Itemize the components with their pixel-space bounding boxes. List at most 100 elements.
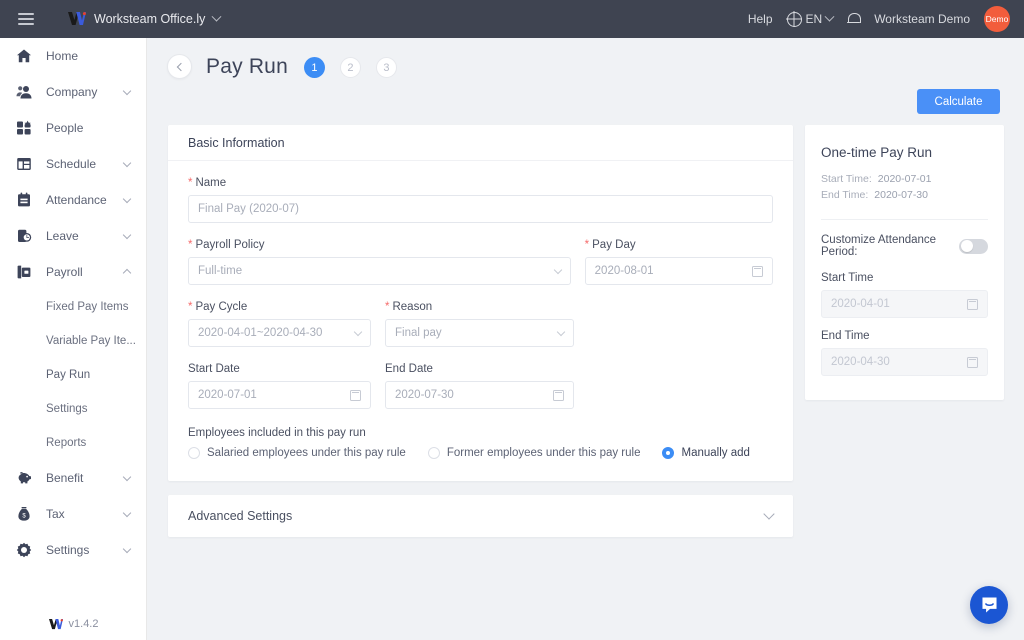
sidebar-item-label: Schedule	[46, 157, 124, 171]
reason-select[interactable]: Final pay	[385, 319, 574, 347]
sidebar-subitem-label: Settings	[46, 403, 88, 415]
brand-name: Worksteam Office.ly	[94, 12, 205, 26]
sidebar-item-settings[interactable]: Settings	[0, 532, 146, 568]
pay-cycle-value: 2020-04-01~2020-04-30	[198, 327, 355, 339]
side-start-time-value: 2020-07-01	[878, 171, 932, 187]
customize-attendance-toggle[interactable]	[959, 239, 988, 254]
side-end-time-row: End Time: 2020-07-30	[821, 187, 988, 203]
name-input[interactable]: Final Pay (2020-07)	[188, 195, 773, 223]
end-date-value: 2020-07-30	[395, 389, 553, 401]
sidebar-item-benefit[interactable]: Benefit	[0, 460, 146, 496]
basic-information-card: Basic Information *Name Final Pay (2020-…	[168, 125, 793, 481]
payroll-policy-label-text: Payroll Policy	[195, 239, 264, 251]
payroll-policy-value: Full-time	[198, 265, 555, 277]
sidebar-item-company[interactable]: Company	[0, 74, 146, 110]
worksteam-w-logo-icon	[49, 619, 63, 630]
step-1[interactable]: 1	[304, 57, 325, 78]
sidebar-subitem-pay-run[interactable]: Pay Run	[0, 358, 146, 392]
required-marker: *	[585, 239, 589, 251]
basic-information-title: Basic Information	[168, 125, 793, 161]
reason-label-text: Reason	[392, 301, 432, 313]
back-button[interactable]	[167, 54, 192, 79]
side-start-time-input-value: 2020-04-01	[831, 298, 967, 310]
toggle-knob	[961, 240, 973, 252]
sidebar-subitem-label: Pay Run	[46, 369, 90, 381]
user-name[interactable]: Worksteam Demo	[874, 12, 970, 26]
employees-field: Employees included in this pay run Salar…	[188, 427, 773, 459]
chevron-left-icon	[176, 62, 184, 70]
calculate-button[interactable]: Calculate	[917, 89, 1000, 114]
sidebar-subitem-variable-pay-items[interactable]: Variable Pay Ite...	[0, 324, 146, 358]
end-date-input[interactable]: 2020-07-30	[385, 381, 574, 409]
payroll-policy-select[interactable]: Full-time	[188, 257, 571, 285]
tax-moneybag-icon: $	[14, 504, 34, 524]
calendar-icon	[967, 299, 978, 310]
pay-cycle-select[interactable]: 2020-04-01~2020-04-30	[188, 319, 371, 347]
chevron-down-icon	[123, 194, 131, 202]
sidebar-item-schedule[interactable]: Schedule	[0, 146, 146, 182]
version-text: v1.4.2	[69, 618, 99, 630]
sidebar-item-label: Leave	[46, 229, 124, 243]
chevron-down-icon[interactable]	[763, 508, 774, 519]
calendar-icon	[350, 390, 361, 401]
top-bar: Worksteam Office.ly Help EN Worksteam De…	[0, 0, 1024, 38]
payroll-policy-label: *Payroll Policy	[188, 239, 571, 251]
customize-attendance-label: Customize Attendance Period:	[821, 234, 959, 258]
name-label: *Name	[188, 177, 773, 189]
radio-former-employees[interactable]: Former employees under this pay rule	[428, 447, 641, 459]
page-title: Pay Run	[206, 55, 288, 79]
sidebar-item-label: Company	[46, 85, 124, 99]
dates-row: Start Date 2020-07-01 End Date 2020-07-3…	[188, 363, 773, 409]
chevron-down-icon	[825, 11, 835, 21]
side-start-time-key: Start Time:	[821, 171, 872, 187]
help-link[interactable]: Help	[748, 12, 773, 26]
language-label: EN	[806, 12, 823, 26]
bell-icon[interactable]	[847, 12, 860, 26]
pay-day-label: *Pay Day	[585, 239, 773, 251]
chevron-down-icon	[354, 327, 362, 335]
calendar-icon	[553, 390, 564, 401]
radio-salaried-employees[interactable]: Salaried employees under this pay rule	[188, 447, 406, 459]
sidebar-subitem-reports[interactable]: Reports	[0, 426, 146, 460]
radio-dot	[428, 447, 440, 459]
radio-dot	[188, 447, 200, 459]
home-icon	[14, 46, 34, 66]
start-date-input[interactable]: 2020-07-01	[188, 381, 371, 409]
sidebar-item-attendance[interactable]: Attendance	[0, 182, 146, 218]
chevron-down-icon	[123, 230, 131, 238]
customize-attendance-row: Customize Attendance Period:	[821, 234, 988, 258]
pay-day-value: 2020-08-01	[595, 265, 752, 277]
sidebar-item-people[interactable]: People	[0, 110, 146, 146]
sidebar-subitem-fixed-pay-items[interactable]: Fixed Pay Items	[0, 290, 146, 324]
brand-switcher[interactable]: Worksteam Office.ly	[68, 12, 220, 26]
side-end-time-key: End Time:	[821, 187, 868, 203]
advanced-settings-title: Advanced Settings	[188, 509, 292, 523]
leave-clock-icon	[14, 226, 34, 246]
step-2[interactable]: 2	[340, 57, 361, 78]
sidebar-item-payroll[interactable]: Payroll	[0, 254, 146, 290]
step-3[interactable]: 3	[376, 57, 397, 78]
required-marker: *	[188, 239, 192, 251]
sidebar-subitem-payroll-settings[interactable]: Settings	[0, 392, 146, 426]
side-end-time-label: End Time	[821, 330, 988, 342]
start-date-value: 2020-07-01	[198, 389, 350, 401]
side-start-time-input: 2020-04-01	[821, 290, 988, 318]
avatar[interactable]: Demo	[984, 6, 1010, 32]
sidebar-item-leave[interactable]: Leave	[0, 218, 146, 254]
radio-manually-add[interactable]: Manually add	[662, 447, 749, 459]
language-switcher[interactable]: EN	[787, 12, 834, 27]
sidebar-item-label: Benefit	[46, 471, 124, 485]
benefit-piggybank-icon	[14, 468, 34, 488]
sidebar-item-tax[interactable]: $ Tax	[0, 496, 146, 532]
sidebar-item-home[interactable]: Home	[0, 38, 146, 74]
hamburger-icon[interactable]	[18, 13, 34, 25]
pay-day-input[interactable]: 2020-08-01	[585, 257, 773, 285]
employees-radio-group: Salaried employees under this pay rule F…	[188, 447, 773, 459]
reason-value: Final pay	[395, 327, 558, 339]
side-start-time-label: Start Time	[821, 272, 988, 284]
sidebar-item-label: Payroll	[46, 265, 124, 279]
attendance-calendar-icon	[14, 190, 34, 210]
payroll-wallet-icon	[14, 262, 34, 282]
intercom-chat-icon[interactable]	[970, 586, 1008, 624]
advanced-settings-card[interactable]: Advanced Settings	[168, 495, 793, 537]
